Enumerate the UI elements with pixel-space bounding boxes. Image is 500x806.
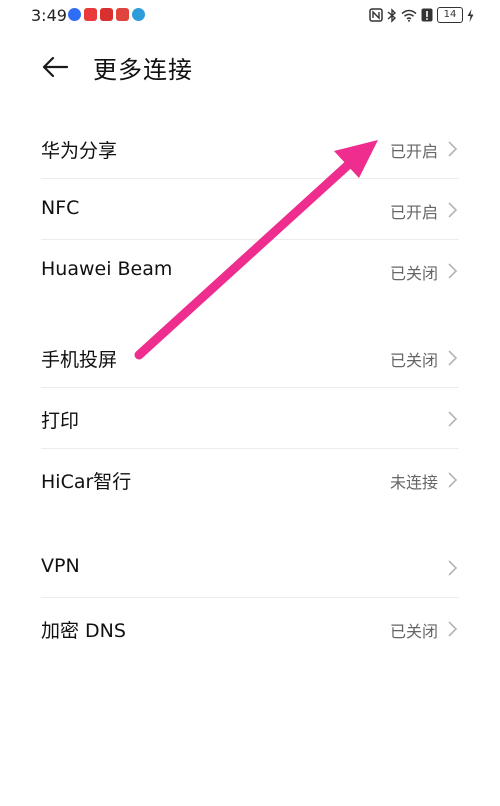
settings-row-vpn[interactable]: VPN	[0, 537, 500, 598]
row-label: 手机投屏	[41, 349, 118, 371]
row-label: 华为分享	[41, 140, 118, 162]
app-blue-notif-icon	[132, 8, 145, 21]
row-label: Huawei Beam	[41, 258, 173, 280]
row-status: 已开启	[389, 203, 438, 222]
chevron-right-icon	[448, 560, 458, 576]
status-bar: 3:49 14	[0, 0, 500, 34]
row-label: NFC	[41, 197, 80, 219]
settings-row-huawei-beam[interactable]: Huawei Beam 已关闭	[0, 240, 500, 301]
settings-group-projection: 手机投屏 已关闭 打印 HiCar智行 未连接	[0, 327, 500, 510]
chevron-right-icon	[448, 263, 458, 279]
back-arrow-icon	[42, 56, 69, 78]
bluetooth-icon	[387, 7, 397, 23]
page-header: 更多连接	[0, 44, 500, 88]
settings-group-sharing: 华为分享 已开启 NFC 已开启 Huawei Beam 已关闭	[0, 118, 500, 301]
row-status: 已关闭	[389, 351, 438, 370]
settings-row-print[interactable]: 打印	[0, 388, 500, 449]
chevron-right-icon	[448, 621, 458, 637]
row-status: 已关闭	[389, 622, 438, 641]
page-title: 更多连接	[93, 56, 193, 84]
app-red-notif-icon	[84, 8, 97, 21]
row-label: HiCar智行	[41, 471, 132, 493]
wifi-icon	[401, 9, 417, 22]
chevron-right-icon	[448, 411, 458, 427]
notification-icons	[68, 8, 145, 21]
status-time: 3:49	[31, 6, 67, 25]
charging-icon	[467, 8, 474, 22]
settings-row-nfc[interactable]: NFC 已开启	[0, 179, 500, 240]
row-label: VPN	[41, 555, 80, 577]
chevron-right-icon	[448, 141, 458, 157]
chevron-right-icon	[448, 350, 458, 366]
system-icons: 14	[369, 7, 474, 23]
settings-row-huawei-share[interactable]: 华为分享 已开启	[0, 118, 500, 179]
app-red2-notif-icon	[116, 8, 129, 21]
row-label: 打印	[41, 410, 80, 432]
row-status: 未连接	[389, 473, 438, 492]
nfc-icon	[369, 8, 383, 22]
chevron-right-icon	[448, 472, 458, 488]
mail-notif-icon	[100, 8, 113, 21]
settings-group-network: VPN 加密 DNS 已关闭	[0, 537, 500, 659]
battery-icon: 14	[437, 7, 463, 23]
back-button[interactable]	[38, 50, 72, 84]
row-label: 加密 DNS	[41, 620, 126, 642]
row-status: 已关闭	[389, 264, 438, 283]
chevron-right-icon	[448, 202, 458, 218]
settings-row-encrypted-dns[interactable]: 加密 DNS 已关闭	[0, 598, 500, 659]
settings-row-screen-projection[interactable]: 手机投屏 已关闭	[0, 327, 500, 388]
settings-row-hicar[interactable]: HiCar智行 未连接	[0, 449, 500, 510]
alert-icon	[421, 8, 433, 22]
browser-notif-icon	[68, 8, 81, 21]
row-status: 已开启	[389, 142, 438, 161]
